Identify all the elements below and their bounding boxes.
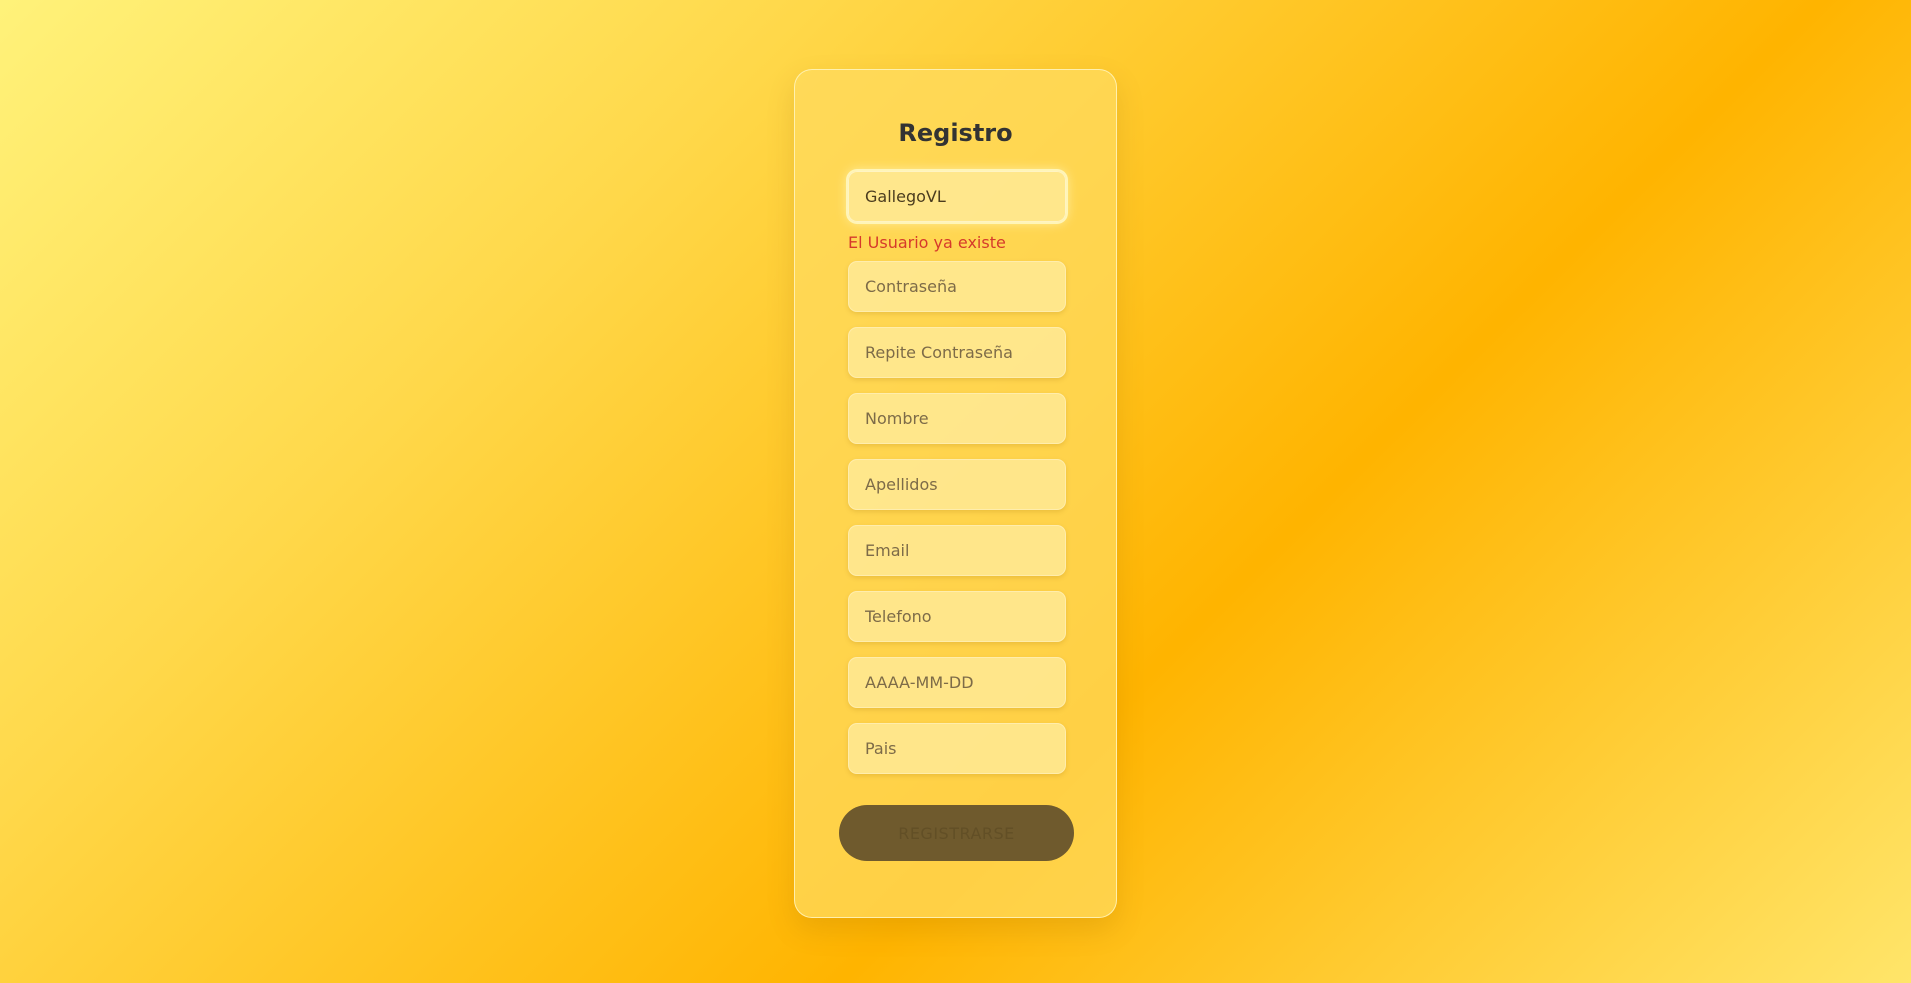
repeat-password-input[interactable] <box>849 328 1065 377</box>
country-field-wrapper <box>848 723 1066 774</box>
country-input[interactable] <box>849 724 1065 773</box>
register-button[interactable]: REGISTRARSE <box>839 805 1074 861</box>
username-error-message: El Usuario ya existe <box>848 233 1006 252</box>
birthdate-input[interactable] <box>849 658 1065 707</box>
phone-input[interactable] <box>849 592 1065 641</box>
email-input[interactable] <box>849 526 1065 575</box>
surnames-field-wrapper <box>848 459 1066 510</box>
phone-field-wrapper <box>848 591 1066 642</box>
email-field-wrapper <box>848 525 1066 576</box>
password-field-wrapper <box>848 261 1066 312</box>
username-input[interactable] <box>849 172 1065 221</box>
registration-card: Registro El Usuario ya existe REGISTRARS… <box>794 69 1117 918</box>
username-field-wrapper <box>848 171 1066 222</box>
surnames-input[interactable] <box>849 460 1065 509</box>
registration-title: Registro <box>898 119 1013 147</box>
password-input[interactable] <box>849 262 1065 311</box>
birthdate-field-wrapper <box>848 657 1066 708</box>
name-input[interactable] <box>849 394 1065 443</box>
name-field-wrapper <box>848 393 1066 444</box>
repeat-password-field-wrapper <box>848 327 1066 378</box>
